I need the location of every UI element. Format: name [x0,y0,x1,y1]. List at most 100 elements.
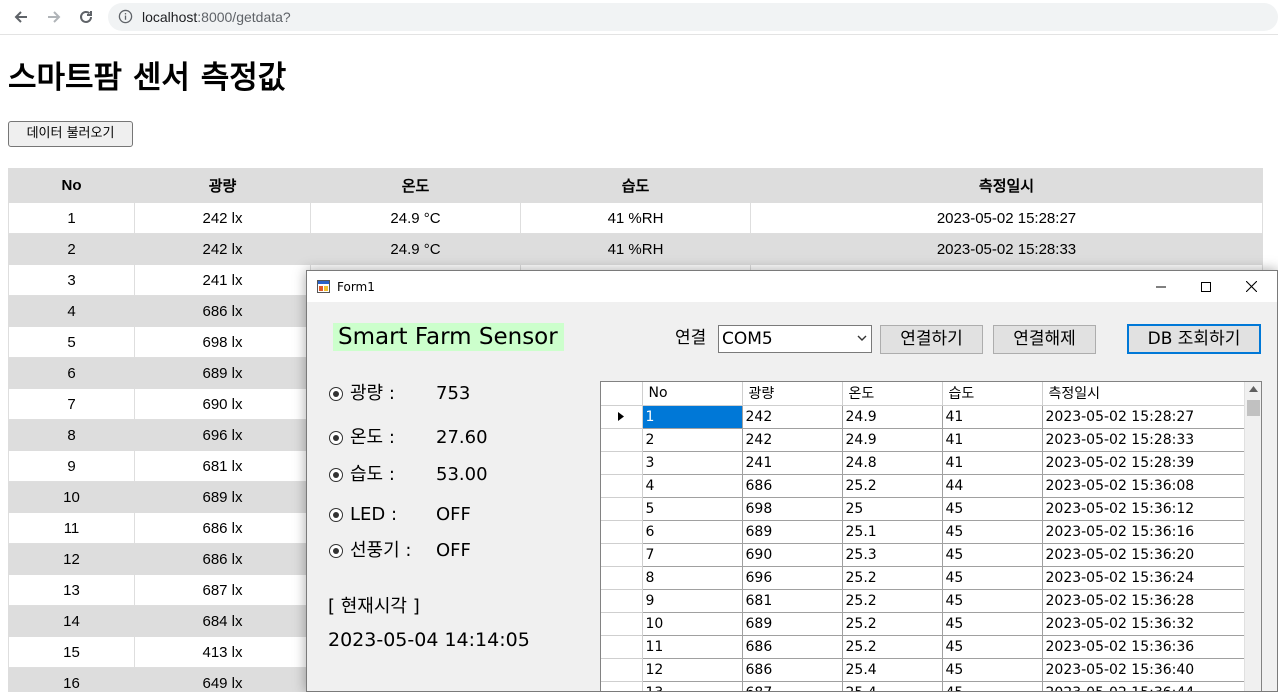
grid-cell[interactable]: 12 [642,658,743,682]
close-button[interactable] [1228,271,1274,302]
grid-row-header[interactable] [601,566,643,590]
grid-cell[interactable]: 2 [642,428,743,452]
grid-row[interactable]: 8 696 25.2 45 2023-05-02 15:36:24 [601,566,1245,590]
grid-row-header[interactable] [601,543,643,567]
grid-cell[interactable]: 45 [942,589,1043,613]
grid-cell[interactable]: 41 [942,428,1043,452]
grid-cell[interactable]: 686 [742,474,843,498]
grid-row[interactable]: 5 698 25 45 2023-05-02 15:36:12 [601,497,1245,521]
grid-cell[interactable]: 25.2 [842,474,943,498]
grid-vertical-scrollbar[interactable] [1244,382,1261,691]
grid-row-header[interactable] [601,635,643,659]
grid-cell[interactable]: 2023-05-02 15:36:08 [1042,474,1245,498]
grid-cell[interactable]: 2023-05-02 15:36:36 [1042,635,1245,659]
grid-cell[interactable]: 41 [942,405,1043,429]
grid-cell[interactable]: 6 [642,520,743,544]
grid-row[interactable]: 4 686 25.2 44 2023-05-02 15:36:08 [601,474,1245,498]
grid-cell[interactable]: 9 [642,589,743,613]
grid-cell[interactable]: 3 [642,451,743,475]
minimize-button[interactable] [1138,271,1184,302]
grid-cell[interactable]: 2023-05-02 15:28:33 [1042,428,1245,452]
grid-col-header-light[interactable]: 광량 [742,382,843,406]
grid-cell[interactable]: 25.2 [842,589,943,613]
grid-cell[interactable]: 2023-05-02 15:36:16 [1042,520,1245,544]
grid-cell[interactable]: 45 [942,497,1043,521]
grid-cell[interactable]: 2023-05-02 15:36:24 [1042,566,1245,590]
grid-row[interactable]: 11 686 25.2 45 2023-05-02 15:36:36 [601,635,1245,659]
grid-cell[interactable]: 25.1 [842,520,943,544]
grid-cell[interactable]: 696 [742,566,843,590]
grid-row[interactable]: 7 690 25.3 45 2023-05-02 15:36:20 [601,543,1245,567]
forward-button[interactable] [42,5,66,29]
db-data-grid[interactable]: No 광량 온도 습도 측정일시 1 242 24.9 41 2023-05-02 15… [600,381,1262,691]
grid-cell[interactable]: 686 [742,635,843,659]
grid-cell[interactable]: 681 [742,589,843,613]
grid-cell[interactable]: 2023-05-02 15:36:20 [1042,543,1245,567]
grid-cell[interactable]: 25.4 [842,658,943,682]
grid-cell[interactable]: 41 [942,451,1043,475]
grid-cell[interactable]: 2023-05-02 15:28:39 [1042,451,1245,475]
scroll-up-icon[interactable] [1249,386,1258,392]
grid-cell[interactable]: 5 [642,497,743,521]
db-query-button[interactable]: DB 조회하기 [1127,324,1261,354]
grid-row-header[interactable] [601,589,643,613]
grid-cell[interactable]: 7 [642,543,743,567]
grid-row[interactable]: 1368725.4452023-05-02 15:36:44 [601,681,1245,691]
back-button[interactable] [9,5,33,29]
disconnect-button[interactable]: 연결해제 [993,325,1096,354]
grid-cell[interactable]: 8 [642,566,743,590]
grid-cell[interactable]: 44 [942,474,1043,498]
grid-cell[interactable]: 24.9 [842,428,943,452]
grid-row[interactable]: 1 242 24.9 41 2023-05-02 15:28:27 [601,405,1245,429]
grid-cell[interactable]: 25.2 [842,566,943,590]
grid-cell[interactable]: 24.9 [842,405,943,429]
grid-cell[interactable]: 2023-05-02 15:36:12 [1042,497,1245,521]
grid-row-header[interactable] [601,405,643,429]
grid-row-header[interactable] [601,451,643,475]
serial-port-select[interactable]: COM5 [718,325,872,353]
grid-row-header[interactable] [601,520,643,544]
grid-row[interactable]: 12 686 25.4 45 2023-05-02 15:36:40 [601,658,1245,682]
grid-cell[interactable]: 242 [742,405,843,429]
connect-button[interactable]: 연결하기 [880,325,983,354]
grid-cell[interactable]: 1 [642,405,743,429]
grid-cell[interactable]: 25.4 [842,681,943,691]
grid-cell[interactable]: 13 [642,681,743,691]
maximize-button[interactable] [1183,271,1229,302]
reload-button[interactable] [74,5,98,29]
grid-row[interactable]: 9 681 25.2 45 2023-05-02 15:36:28 [601,589,1245,613]
grid-cell[interactable]: 698 [742,497,843,521]
grid-cell[interactable]: 241 [742,451,843,475]
grid-cell[interactable]: 690 [742,543,843,567]
window-title-bar[interactable]: Form1 [307,271,1277,302]
grid-row[interactable]: 3 241 24.8 41 2023-05-02 15:28:39 [601,451,1245,475]
grid-cell[interactable]: 2023-05-02 15:36:44 [1042,681,1245,691]
grid-row-header[interactable] [601,681,643,691]
grid-cell[interactable]: 689 [742,520,843,544]
grid-cell[interactable]: 25.3 [842,543,943,567]
grid-cell[interactable]: 25.2 [842,612,943,636]
grid-col-header-datetime[interactable]: 측정일시 [1042,382,1245,406]
grid-cell[interactable]: 2023-05-02 15:28:27 [1042,405,1245,429]
grid-cell[interactable]: 11 [642,635,743,659]
grid-row-header[interactable] [601,428,643,452]
grid-cell[interactable]: 45 [942,658,1043,682]
grid-cell[interactable]: 45 [942,566,1043,590]
scrollbar-thumb[interactable] [1247,400,1260,416]
grid-col-header-no[interactable]: No [642,382,743,406]
grid-cell[interactable]: 2023-05-02 15:36:40 [1042,658,1245,682]
grid-row-header[interactable] [601,612,643,636]
grid-row-header[interactable] [601,497,643,521]
grid-cell[interactable]: 689 [742,612,843,636]
grid-corner-cell[interactable] [601,382,643,406]
grid-cell[interactable]: 24.8 [842,451,943,475]
grid-cell[interactable]: 45 [942,543,1043,567]
grid-cell[interactable]: 25 [842,497,943,521]
grid-row[interactable]: 10 689 25.2 45 2023-05-02 15:36:32 [601,612,1245,636]
grid-cell[interactable]: 4 [642,474,743,498]
grid-col-header-temp[interactable]: 온도 [842,382,943,406]
grid-cell[interactable]: 242 [742,428,843,452]
grid-cell[interactable]: 45 [942,635,1043,659]
grid-cell[interactable]: 2023-05-02 15:36:32 [1042,612,1245,636]
grid-cell[interactable]: 45 [942,681,1043,691]
